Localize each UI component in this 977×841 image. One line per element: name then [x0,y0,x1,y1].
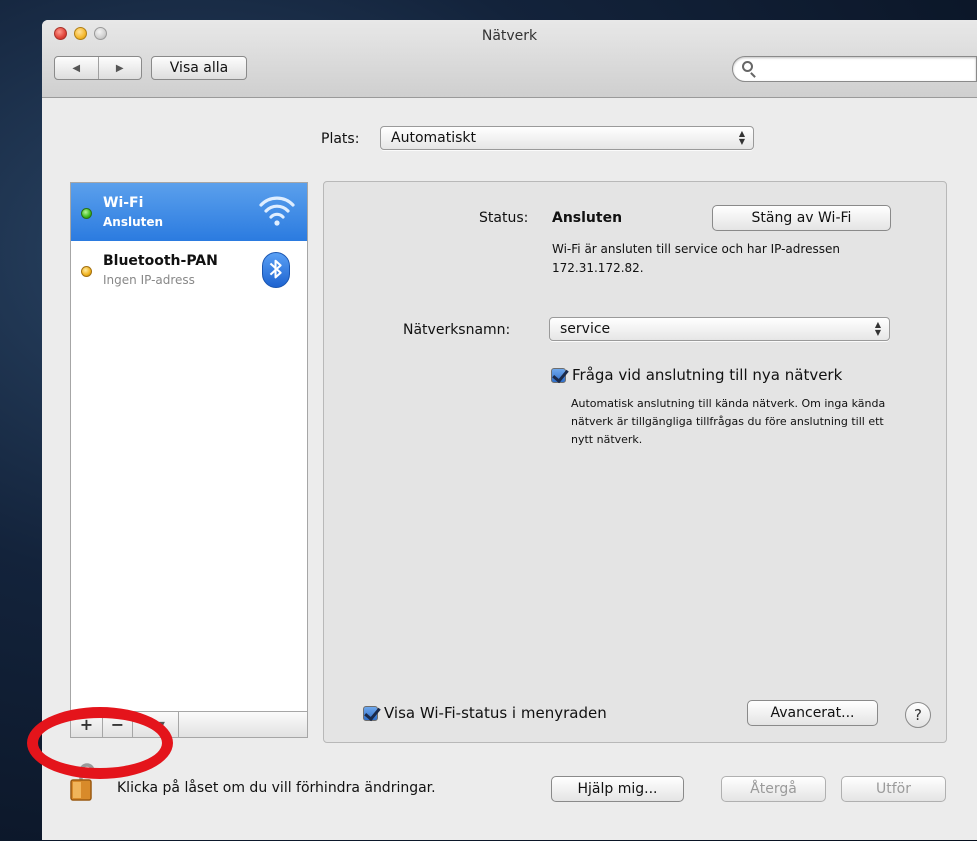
turn-off-wifi-button[interactable]: Stäng av Wi-Fi [712,205,891,231]
status-label: Status: [479,210,529,226]
network-name-value: service [560,321,611,337]
popup-arrows-icon: ▲ ▼ [874,320,882,337]
service-status: Ansluten [103,215,164,229]
service-status: Ingen IP-adress [103,273,195,287]
status-description: Wi-Fi är ansluten till service och har I… [552,242,840,275]
wifi-icon [259,196,295,226]
window-title: Nätverk [481,28,538,44]
network-name-popup[interactable]: service ▲ ▼ [549,317,890,341]
revert-button[interactable]: Återgå [721,776,826,802]
apply-button[interactable]: Utför [841,776,946,802]
service-item-wifi[interactable]: Wi-Fi Ansluten [71,183,307,241]
service-list: Wi-Fi Ansluten Bluetooth-PAN Ingen IP-ad… [70,182,308,712]
show-all-button[interactable]: Visa alla [151,56,247,80]
location-popup[interactable]: Automatiskt ▲ ▼ [380,126,754,150]
service-item-bluetooth[interactable]: Bluetooth-PAN Ingen IP-adress [71,241,307,299]
ask-to-join-description: Automatisk anslutning till kända nätverk… [571,397,886,446]
search-field[interactable] [732,56,977,82]
help-icon[interactable]: ? [905,702,931,728]
advanced-button[interactable]: Avancerat... [747,700,878,726]
location-value: Automatiskt [391,130,476,146]
network-name-label: Nätverksnamn: [403,322,511,338]
status-value: Ansluten [552,210,623,226]
ask-to-join-checkbox[interactable] [551,368,566,383]
popup-arrows-icon: ▲ ▼ [738,129,746,146]
network-preferences-window: Nätverk ◀ ▶ Visa alla Plats: Automatiskt… [42,20,977,840]
window-titlebar: Nätverk ◀ ▶ Visa alla [42,20,977,98]
search-input[interactable] [759,60,969,78]
service-name: Wi-Fi [103,195,144,211]
back-arrow-icon[interactable]: ◀ [55,57,99,79]
location-label: Plats: [321,131,360,147]
status-dot-icon [81,208,92,219]
assist-me-button[interactable]: Hjälp mig... [551,776,684,802]
search-icon [742,61,753,72]
show-menubar-status-label[interactable]: Visa Wi-Fi-status i menyraden [384,704,607,722]
back-forward-control: ◀ ▶ [54,56,142,80]
forward-arrow-icon[interactable]: ▶ [99,57,142,79]
show-menubar-status-checkbox[interactable] [363,706,378,721]
ask-to-join-label[interactable]: Fråga vid anslutning till nya nätverk [572,366,842,384]
service-name: Bluetooth-PAN [103,253,218,269]
lock-message: Klicka på låset om du vill förhindra änd… [117,780,436,796]
status-dot-icon [81,266,92,277]
bluetooth-icon [262,252,290,288]
annotation-ring [27,707,173,779]
